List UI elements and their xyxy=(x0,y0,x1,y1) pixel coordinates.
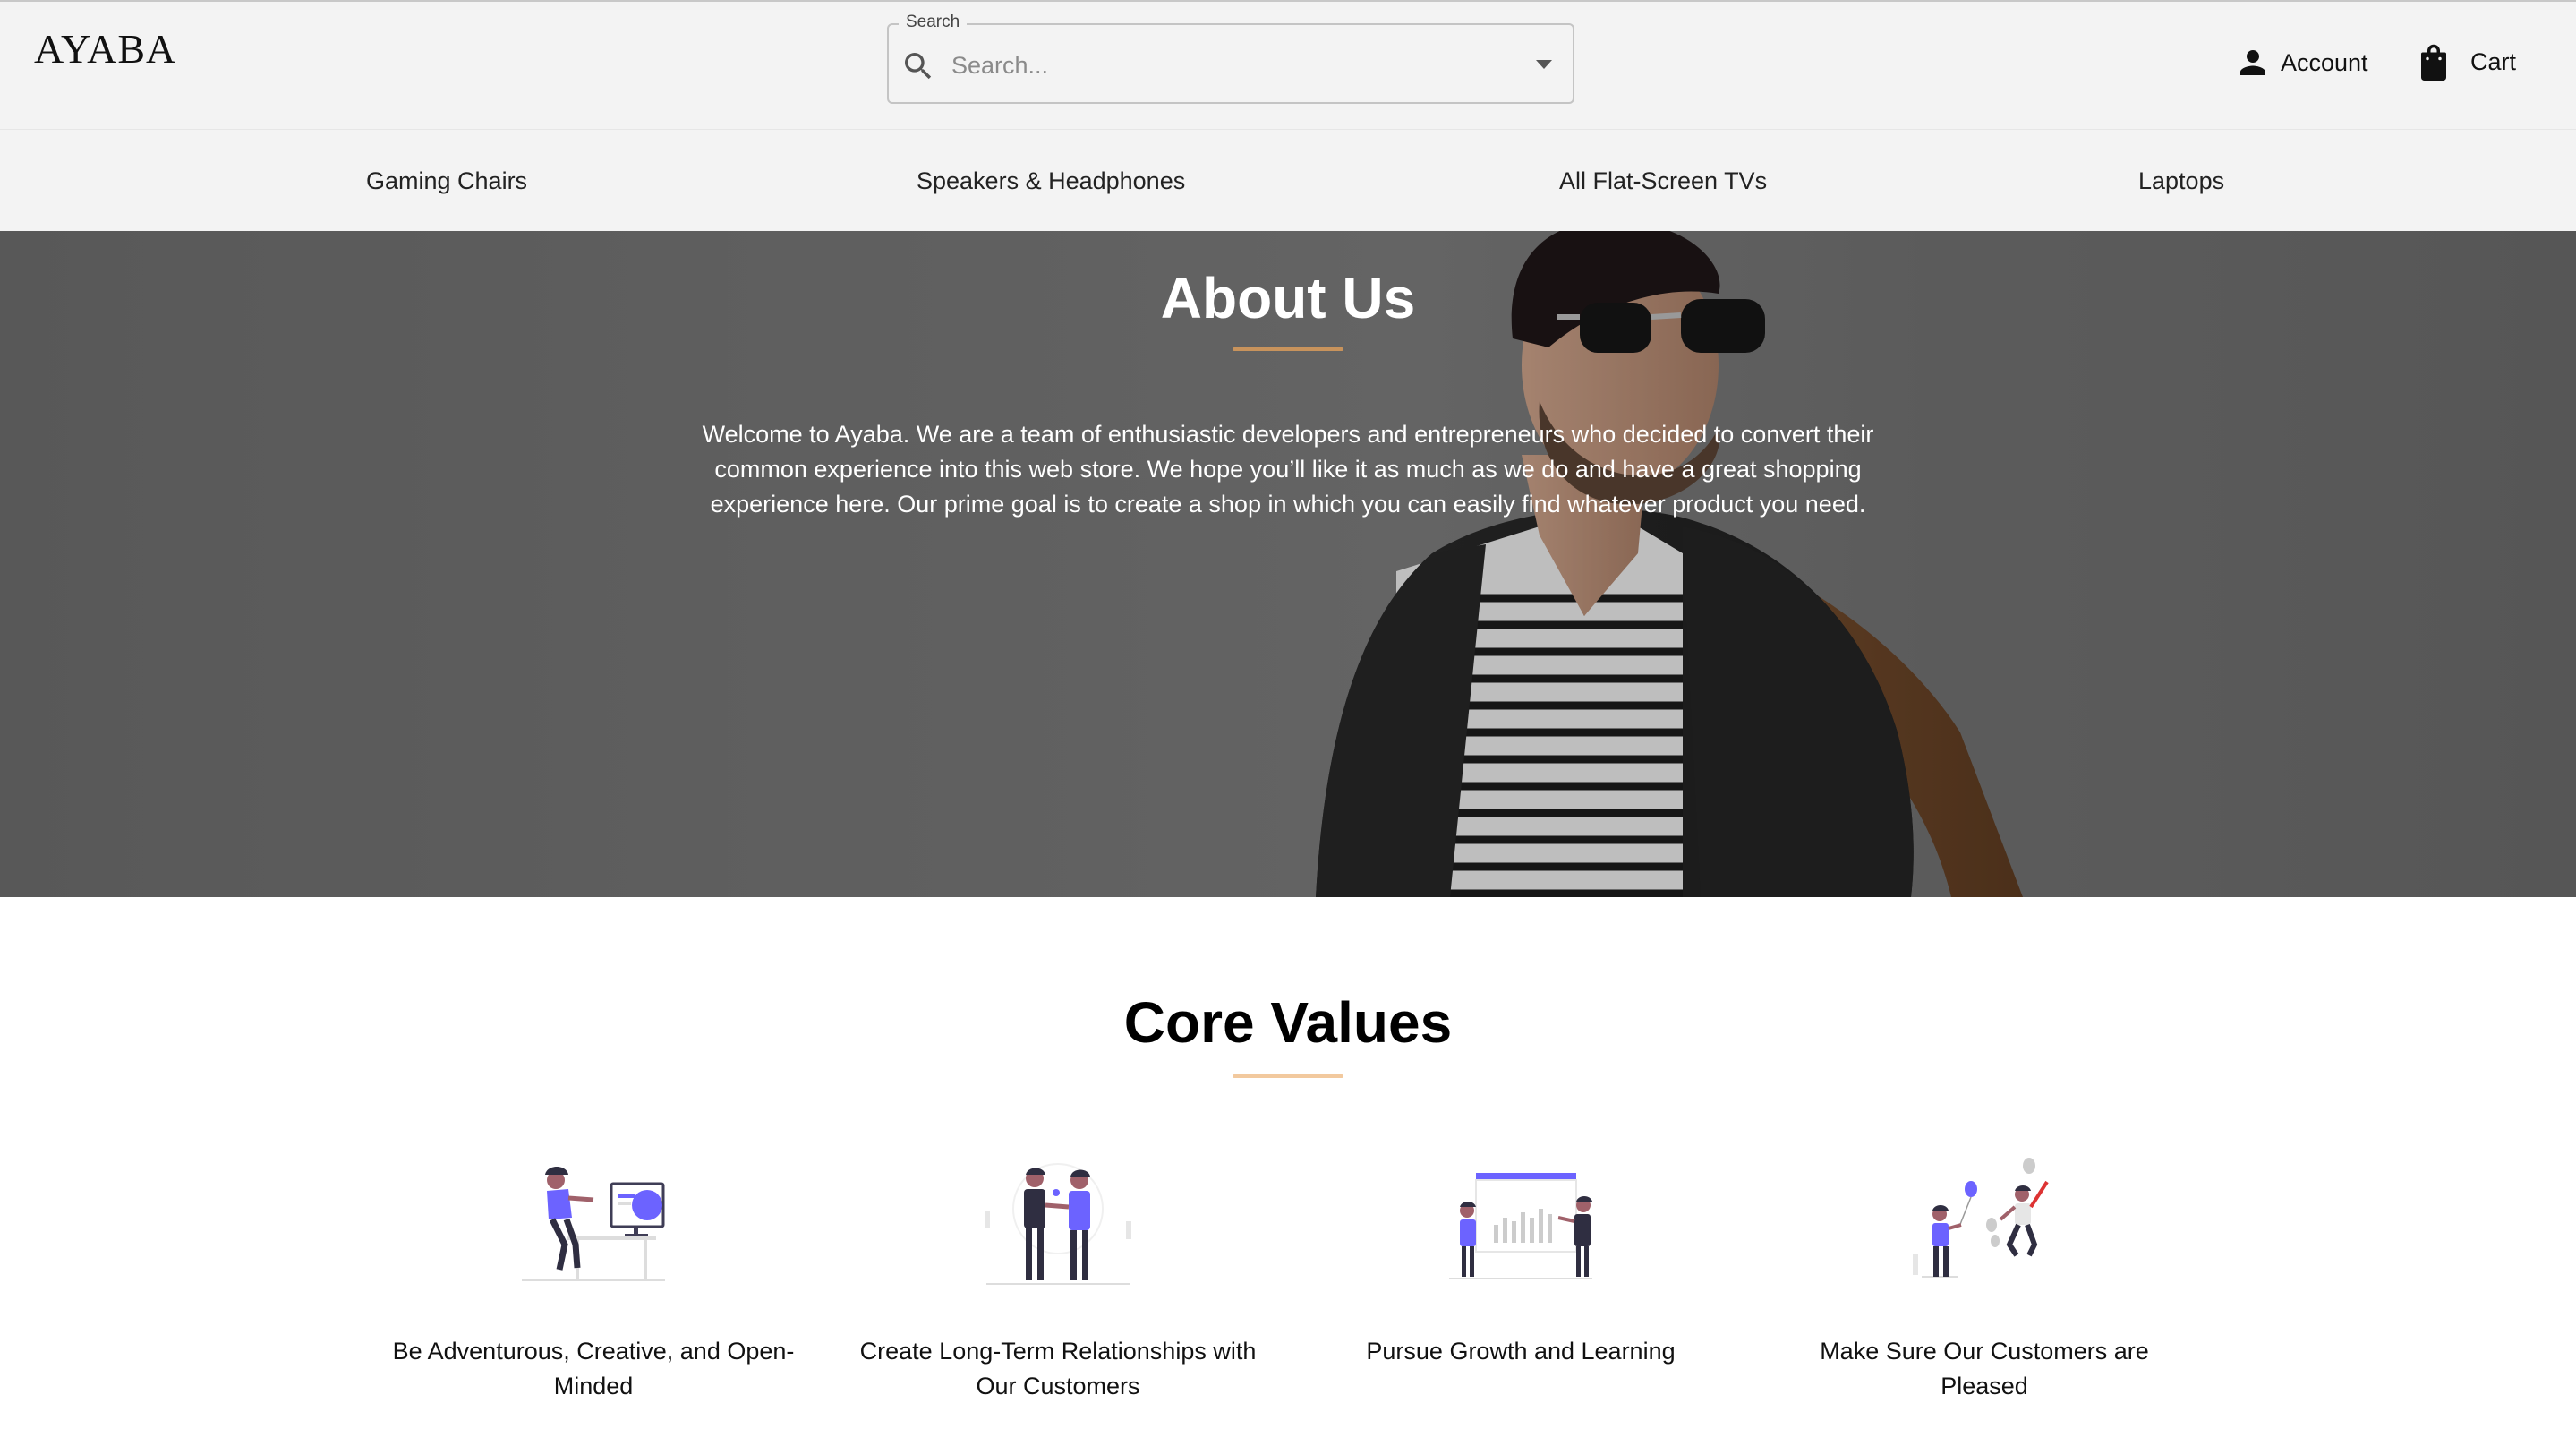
account-label: Account xyxy=(2281,48,2368,76)
search-icon xyxy=(905,53,932,80)
about-hero: About Us Welcome to Ayaba. We are a team… xyxy=(0,231,2576,897)
core-value-label: Make Sure Our Customers are Pleased xyxy=(1820,1338,2149,1399)
page-title: About Us xyxy=(1160,266,1416,330)
core-values-underline xyxy=(1233,1074,1343,1078)
nav-item-gaming-chairs[interactable]: Gaming Chairs xyxy=(366,167,527,195)
celebration-icon xyxy=(1913,1158,2049,1278)
search-input[interactable] xyxy=(951,39,1488,91)
core-value-label: Be Adventurous, Creative, and Open-Minde… xyxy=(392,1338,795,1399)
core-value-card: Create Long-Term Relationships with Our … xyxy=(848,1155,1268,1404)
cart-label: Cart xyxy=(2470,47,2517,75)
nav-item-speakers-headphones[interactable]: Speakers & Headphones xyxy=(917,167,1185,195)
handshake-icon xyxy=(985,1163,1131,1285)
nav-item-flat-screen-tvs[interactable]: All Flat-Screen TVs xyxy=(1559,167,1767,195)
core-value-label: Pursue Growth and Learning xyxy=(1366,1338,1676,1365)
core-value-card: Be Adventurous, Creative, and Open-Minde… xyxy=(383,1155,804,1404)
account-button[interactable]: Account xyxy=(2234,43,2368,82)
person-icon xyxy=(2240,50,2265,75)
core-values-title: Core Values xyxy=(1123,990,1453,1055)
cart-button[interactable]: Cart xyxy=(2415,41,2516,82)
presentation-chart-icon xyxy=(1449,1173,1592,1279)
core-value-card: Make Sure Our Customers are Pleased xyxy=(1774,1155,2195,1404)
about-description: Welcome to Ayaba. We are a team of enthu… xyxy=(702,421,1874,518)
nav-item-laptops[interactable]: Laptops xyxy=(2138,167,2224,195)
developer-at-desk-icon xyxy=(522,1167,665,1281)
site-logo[interactable]: AYABA xyxy=(34,25,176,73)
shopping-bag-icon xyxy=(2421,44,2446,81)
search-label: Search xyxy=(899,13,968,32)
core-value-label: Create Long-Term Relationships with Our … xyxy=(859,1338,1257,1399)
chevron-down-icon[interactable] xyxy=(1536,60,1552,69)
title-underline xyxy=(1233,347,1343,351)
core-value-card: Pursue Growth and Learning xyxy=(1310,1155,1731,1369)
category-nav: Gaming Chairs Speakers & Headphones All … xyxy=(0,129,2576,231)
